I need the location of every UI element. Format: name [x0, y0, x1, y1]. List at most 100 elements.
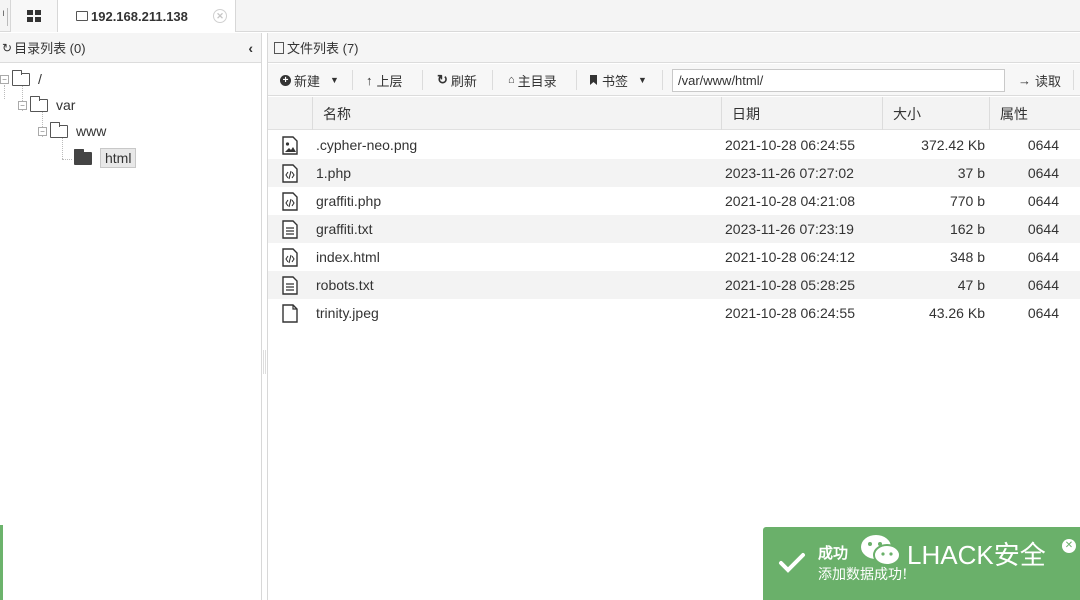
bookmark-button-label: 书签 [602, 73, 629, 89]
file-date: 2021-10-28 06:24:55 [725, 137, 855, 153]
file-attr: 0644 [1027, 221, 1059, 237]
file-name: 1.php [316, 165, 352, 181]
file-date: 2021-10-28 05:28:25 [725, 277, 855, 293]
tree-node-label: var [56, 97, 76, 113]
folder-icon [12, 69, 30, 86]
code-file-icon [282, 192, 298, 211]
directory-panel-header: ↻ 目录列表 (0) ‹ [0, 33, 261, 63]
toolbar-divider [576, 70, 577, 90]
tree-connector [62, 159, 72, 160]
refresh-button[interactable]: ↻ 刷新 [437, 69, 477, 91]
collapse-toggle-icon[interactable]: − [0, 74, 9, 84]
tree-node-var[interactable]: − var [18, 95, 76, 113]
tree-connector [4, 85, 5, 99]
collapse-toggle-icon[interactable]: − [18, 100, 27, 110]
file-size: 43.26 Kb [928, 305, 985, 321]
file-name: robots.txt [316, 277, 374, 293]
bookmark-button[interactable]: 书签 ▼ [590, 69, 647, 91]
bookmark-icon [590, 75, 597, 85]
tree-node-www[interactable]: − www [38, 121, 106, 139]
close-toast-icon[interactable]: ✕ [1062, 539, 1076, 553]
toolbar-divider [662, 70, 663, 90]
file-size: 372.42 Kb [921, 137, 985, 153]
column-header-label: 大小 [893, 105, 921, 122]
refresh-icon[interactable]: ↻ [2, 41, 12, 55]
column-header-size[interactable]: 大小 [882, 97, 989, 130]
caret-down-icon: ▼ [330, 75, 339, 85]
up-button[interactable]: ↑ 上层 [366, 69, 403, 91]
code-file-icon [282, 248, 298, 267]
new-button[interactable]: + 新建 ▼ [280, 69, 339, 91]
panel-splitter[interactable] [263, 350, 266, 374]
file-size: 37 b [957, 165, 985, 181]
file-name: index.html [316, 249, 380, 265]
file-toolbar: + 新建 ▼ ↑ 上层 ↻ 刷新 ⌂ 主目录 书签 ▼ → 读取 [268, 64, 1080, 96]
file-name: .cypher-neo.png [316, 137, 418, 153]
tree-node-root[interactable]: − / [0, 69, 42, 87]
directory-panel: ↻ 目录列表 (0) ‹ − / − var − www html [0, 33, 262, 600]
file-name: trinity.jpeg [316, 305, 379, 321]
toolbar-divider [492, 70, 493, 90]
file-attr: 0644 [1027, 249, 1059, 265]
file-date: 2021-10-28 04:21:08 [725, 193, 855, 209]
column-header-name[interactable]: 名称 [312, 97, 721, 130]
file-attr: 0644 [1027, 305, 1059, 321]
file-panel-header: 文件列表 (7) [268, 33, 1080, 63]
file-panel-title: 文件列表 (7) [287, 41, 359, 56]
brand-watermark: LHACK安全 [907, 540, 1046, 570]
collapse-toggle-icon[interactable]: − [38, 126, 47, 136]
table-row[interactable]: trinity.jpeg 2021-10-28 06:24:55 43.26 K… [268, 299, 1080, 327]
path-input[interactable] [672, 69, 1005, 92]
file-date: 2023-11-26 07:27:02 [725, 165, 854, 181]
home-button-label: 主目录 [517, 73, 557, 89]
file-attr: 0644 [1027, 277, 1059, 293]
table-row[interactable]: robots.txt 2021-10-28 05:28:25 47 b 0644 [268, 271, 1080, 299]
close-tab-icon[interactable]: ✕ [213, 9, 227, 23]
arrow-up-icon: ↑ [366, 72, 373, 88]
file-panel: 文件列表 (7) + 新建 ▼ ↑ 上层 ↻ 刷新 ⌂ 主目录 书签 ▼ /va… [267, 33, 1080, 600]
table-row[interactable]: .cypher-neo.png 2021-10-28 06:24:55 372.… [268, 131, 1080, 159]
tree-node-label: / [38, 71, 42, 87]
file-name: graffiti.txt [316, 221, 373, 237]
column-header-label: 名称 [323, 105, 351, 122]
text-file-icon [282, 220, 298, 239]
folder-icon [76, 11, 88, 21]
home-button[interactable]: ⌂ 主目录 [508, 69, 557, 91]
caret-down-icon: ▼ [638, 75, 647, 85]
refresh-button-label: 刷新 [450, 73, 477, 89]
column-header-label: 日期 [732, 105, 760, 122]
tab-host-label: 192.168.211.138 [91, 8, 188, 24]
file-attr: 0644 [1027, 165, 1059, 181]
table-row[interactable]: 1.php 2023-11-26 07:27:02 37 b 0644 [268, 159, 1080, 187]
success-toast: 成功 添加数据成功! LHACK安全 ✕ [763, 527, 1080, 600]
text-file-icon [282, 276, 298, 295]
plus-circle-icon: + [280, 74, 291, 86]
tab-host[interactable]: 192.168.211.138 ✕ [58, 0, 236, 32]
file-size: 770 b [949, 193, 985, 209]
image-file-icon [282, 136, 298, 155]
panel-edge-handle[interactable]: ı [0, 8, 8, 26]
arrow-right-icon: → [1018, 72, 1031, 88]
table-row[interactable]: graffiti.php 2021-10-28 04:21:08 770 b 0… [268, 187, 1080, 215]
file-attr: 0644 [1027, 193, 1059, 209]
toolbar-divider [1073, 70, 1074, 90]
column-header-date[interactable]: 日期 [721, 97, 882, 130]
read-button[interactable]: → 读取 [1018, 69, 1061, 91]
read-button-label: 读取 [1035, 73, 1062, 89]
tab-home[interactable] [10, 0, 58, 32]
collapse-panel-icon[interactable]: ‹ [248, 40, 253, 56]
toast-edge [0, 525, 3, 600]
up-button-label: 上层 [376, 73, 403, 89]
toolbar-divider [422, 70, 423, 90]
tree-node-html[interactable]: html [74, 148, 137, 168]
column-header-attr[interactable]: 属性 [989, 97, 1080, 130]
table-row[interactable]: index.html 2021-10-28 06:24:12 348 b 064… [268, 243, 1080, 271]
wechat-icon [861, 535, 901, 566]
tab-bar: ı 192.168.211.138 ✕ [0, 0, 1080, 32]
file-date: 2021-10-28 06:24:12 [725, 249, 855, 265]
code-file-icon [282, 164, 298, 183]
blank-file-icon [282, 304, 298, 323]
new-button-label: 新建 [294, 73, 321, 89]
column-header-label: 属性 [1000, 105, 1028, 122]
table-row[interactable]: graffiti.txt 2023-11-26 07:23:19 162 b 0… [268, 215, 1080, 243]
